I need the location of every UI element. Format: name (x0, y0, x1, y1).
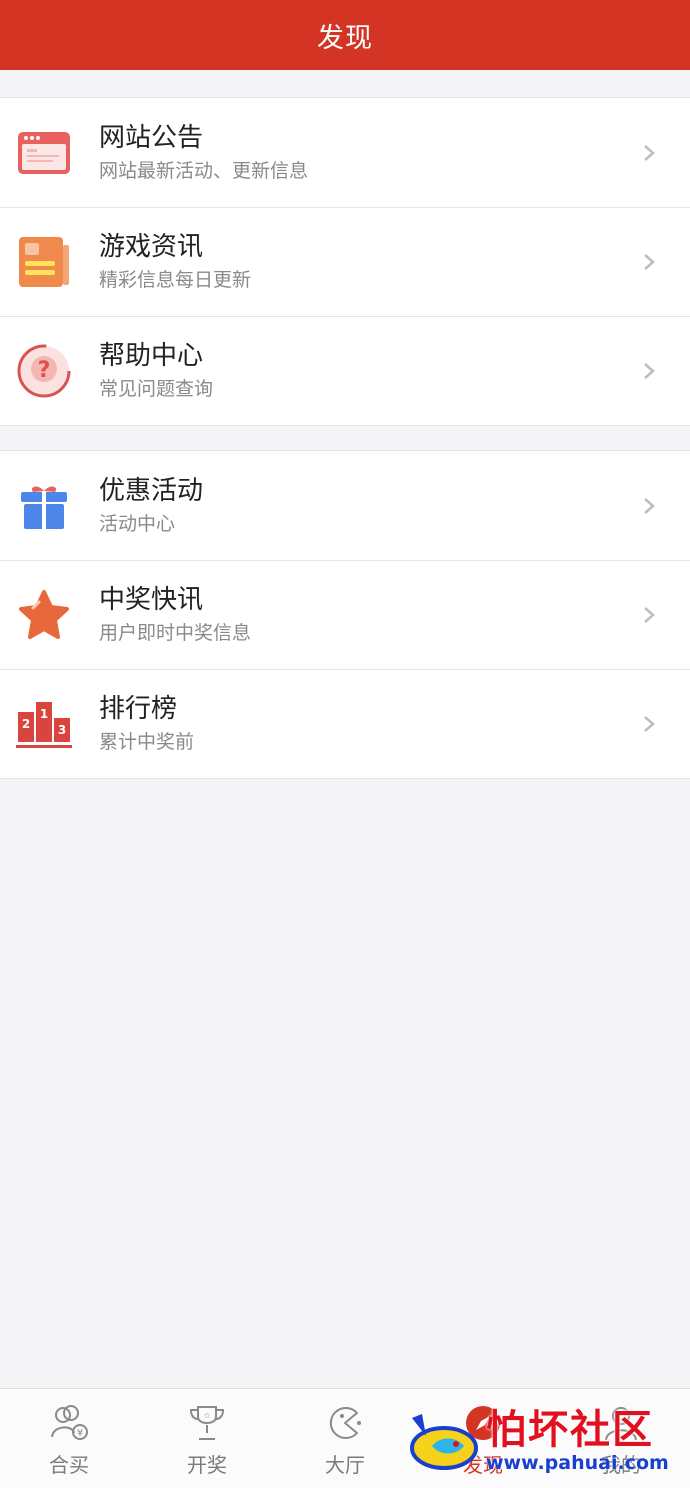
menu-item-label: 帮助中心 (99, 340, 204, 371)
announcement-icon (16, 125, 72, 181)
svg-text:☆: ☆ (203, 1411, 210, 1420)
menu-item-description: 精彩信息每日更新 (99, 268, 252, 291)
menu-item-winning-news[interactable]: 中奖快讯 用户即时中奖信息 (0, 560, 690, 669)
page-title: 发现 (317, 22, 373, 54)
menu-item-description: 累计中奖前 (99, 730, 195, 753)
trophy-icon: ☆ (189, 1406, 225, 1440)
menu-item-description: 常见问题查询 (99, 377, 214, 400)
menu-item-announcements[interactable]: 网站公告 网站最新活动、更新信息 (0, 98, 690, 207)
watermark-url: www.pahuai.com (486, 1452, 669, 1474)
tab-label: 开奖 (187, 1453, 227, 1477)
menu-item-description: 网站最新活动、更新信息 (99, 159, 309, 182)
site-watermark: 怕坏社区 www.pahuai.com (404, 1398, 684, 1484)
lobby-icon (329, 1407, 361, 1439)
chevron-right-icon (644, 362, 655, 379)
watermark-logo-icon (410, 1414, 478, 1470)
podium-icon: 2 1 3 (16, 696, 72, 752)
menu-item-description: 用户即时中奖信息 (99, 621, 252, 644)
chevron-right-icon (644, 253, 655, 270)
help-icon: ? (16, 343, 72, 399)
menu-item-leaderboard[interactable]: 2 1 3 排行榜 累计中奖前 (0, 669, 690, 778)
star-icon (16, 587, 72, 643)
top-bar: 发现 (0, 0, 690, 70)
chevron-right-icon (644, 497, 655, 514)
menu-item-label: 排行榜 (99, 693, 178, 724)
menu-item-label: 优惠活动 (99, 475, 204, 506)
group-buy-icon: ¥ (51, 1405, 88, 1440)
tab-lottery-results[interactable]: ☆ 开奖 (138, 1389, 276, 1488)
menu-item-label: 中奖快讯 (99, 584, 204, 615)
menu-item-promotions[interactable]: 优惠活动 活动中心 (0, 451, 690, 560)
tab-lobby[interactable]: 大厅 (276, 1389, 414, 1488)
svg-text:3: 3 (58, 723, 66, 737)
menu-item-description: 活动中心 (99, 512, 176, 535)
svg-text:1: 1 (40, 707, 48, 721)
tab-label: 大厅 (325, 1453, 365, 1477)
chevron-right-icon (644, 144, 655, 161)
menu-item-label: 游戏资讯 (99, 231, 204, 262)
menu-item-label: 网站公告 (99, 122, 204, 153)
menu-group-activities: 优惠活动 活动中心 中奖快讯 用户即时中奖信息 2 1 3 排行榜 累计中奖前 (0, 450, 690, 779)
tab-group-buy[interactable]: ¥ 合买 (0, 1389, 138, 1488)
svg-text:2: 2 (22, 717, 30, 731)
tab-label: 合买 (49, 1453, 89, 1477)
news-icon (16, 234, 72, 290)
menu-item-help-center[interactable]: ? 帮助中心 常见问题查询 (0, 316, 690, 425)
menu-group-info: 网站公告 网站最新活动、更新信息 游戏资讯 精彩信息每日更新 ? 帮助中心 常见… (0, 97, 690, 426)
chevron-right-icon (644, 606, 655, 623)
chevron-right-icon (644, 715, 655, 732)
gift-icon (16, 478, 72, 534)
svg-text:?: ? (38, 358, 51, 383)
watermark-text: 怕坏社区 (486, 1406, 654, 1453)
menu-item-game-news[interactable]: 游戏资讯 精彩信息每日更新 (0, 207, 690, 316)
svg-text:¥: ¥ (77, 1428, 83, 1439)
